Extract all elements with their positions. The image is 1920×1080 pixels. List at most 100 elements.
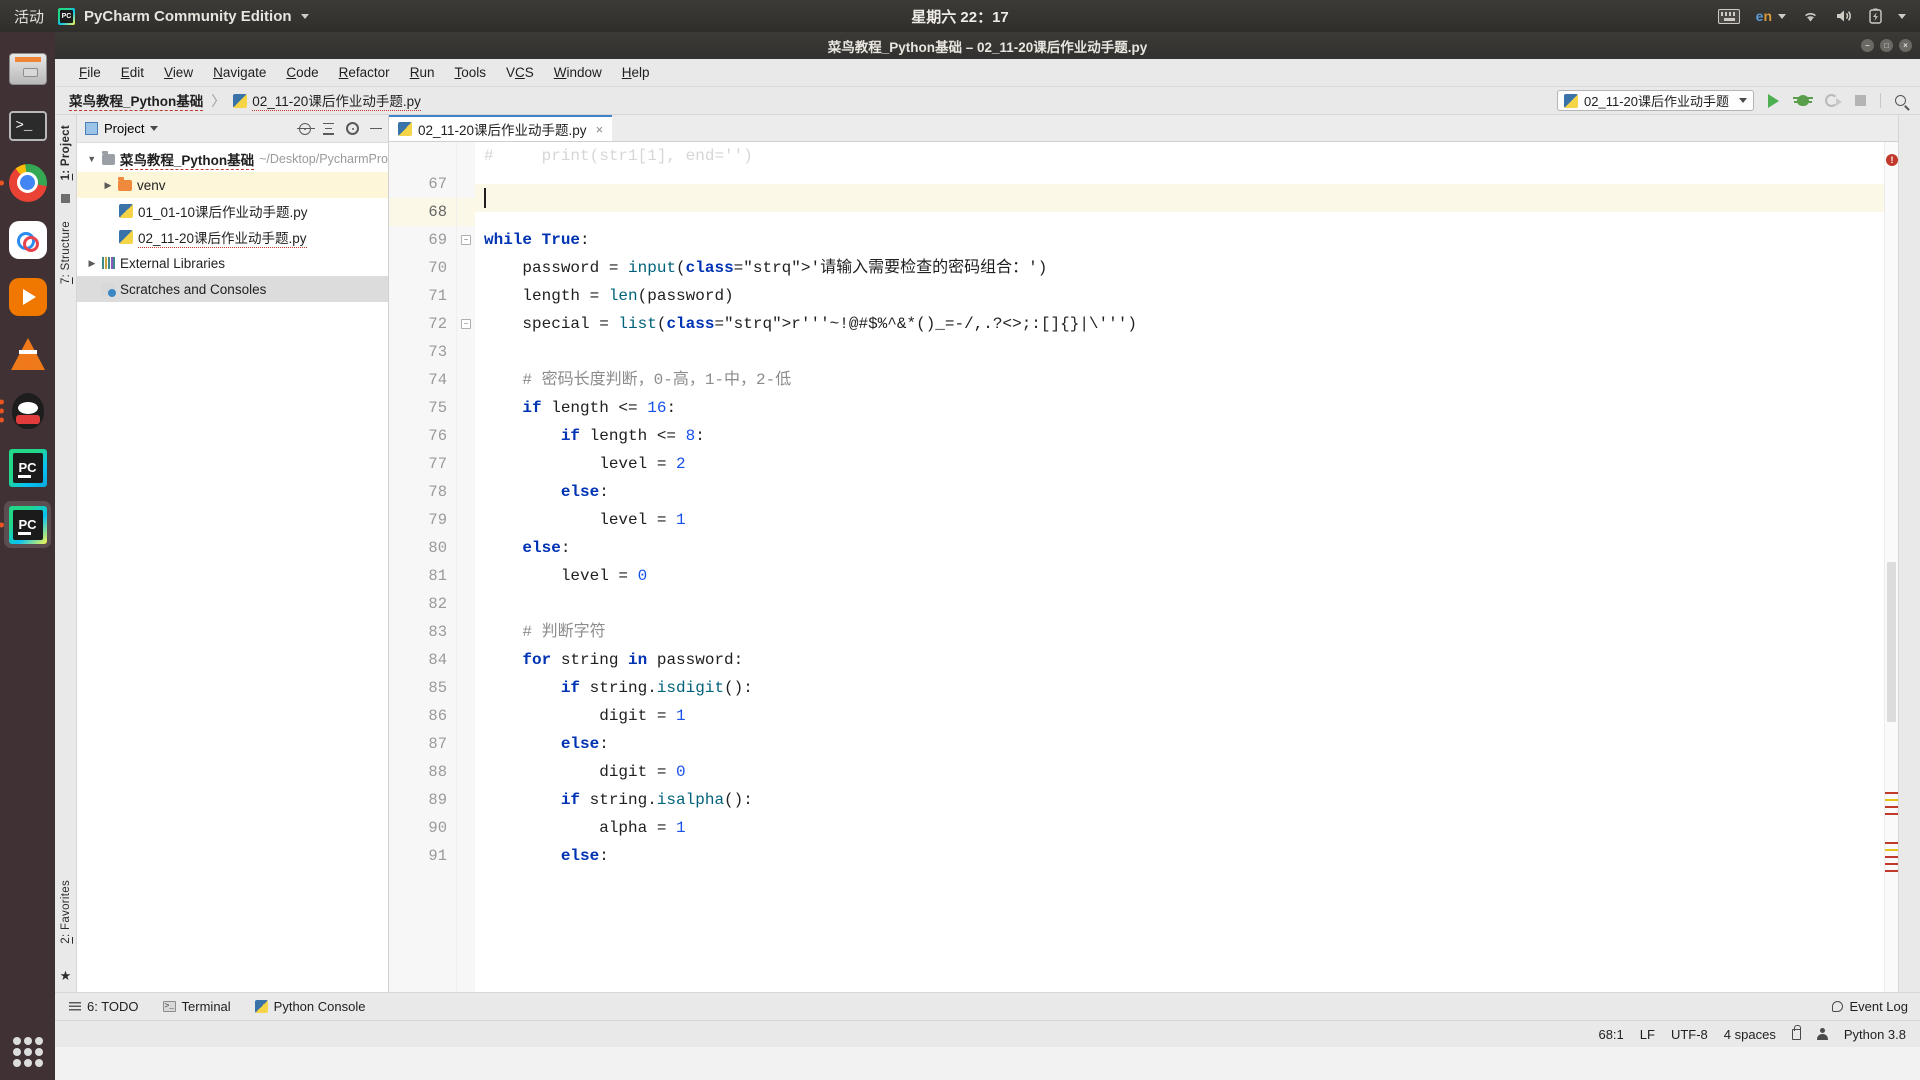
code-line[interactable]: level = 1	[484, 506, 1884, 534]
show-applications-button[interactable]	[4, 1028, 51, 1075]
close-button[interactable]: ×	[1899, 39, 1912, 52]
collapse-all-icon[interactable]	[322, 122, 335, 135]
terminal-label: Terminal	[181, 999, 231, 1014]
code-line[interactable]: if length <= 16:	[484, 394, 1884, 422]
dock-item-vlc[interactable]	[4, 330, 51, 377]
menu-view[interactable]: View	[154, 62, 203, 83]
breadcrumb-project[interactable]: 菜鸟教程_Python基础	[69, 90, 204, 111]
menu-run[interactable]: Run	[400, 62, 445, 83]
code-line[interactable]: if string.isdigit():	[484, 674, 1884, 702]
code-text[interactable]: # print(str1[1], end='') while True: pas…	[475, 142, 1884, 870]
chevron-right-icon[interactable]	[87, 258, 97, 269]
dock-item-qq[interactable]	[0, 387, 51, 434]
dock-item-pycharm[interactable]	[0, 501, 51, 548]
menu-edit[interactable]: Edit	[111, 62, 154, 83]
run-button[interactable]	[1764, 91, 1783, 110]
dock-item-terminal[interactable]: >_	[4, 102, 51, 149]
tool-window-icon[interactable]	[61, 194, 70, 204]
menu-tools[interactable]: Tools	[444, 62, 496, 83]
code-content[interactable]: # print(str1[1], end='') while True: pas…	[475, 142, 1884, 992]
dock-item-pycharm-light[interactable]	[4, 444, 51, 491]
code-line[interactable]: if string.isalpha():	[484, 786, 1884, 814]
editor-scrollbar-thumb[interactable]	[1887, 562, 1896, 722]
hide-icon[interactable]	[370, 127, 382, 130]
search-everywhere-button[interactable]	[1891, 91, 1910, 110]
menu-help[interactable]: Help	[612, 62, 660, 83]
chevron-down-icon[interactable]	[87, 154, 97, 164]
fold-marker[interactable]: −	[457, 226, 475, 254]
favorites-star-icon[interactable]: ★	[60, 968, 72, 984]
settings-gear-icon[interactable]	[346, 122, 359, 135]
maximize-button[interactable]: □	[1880, 39, 1893, 52]
keyboard-icon[interactable]	[1717, 8, 1740, 24]
code-line[interactable]: # 判断字符	[484, 618, 1884, 646]
stop-button[interactable]	[1851, 91, 1870, 110]
code-line[interactable]: else:	[484, 842, 1884, 870]
debug-button[interactable]	[1792, 91, 1813, 110]
code-line[interactable]: while True:	[484, 226, 1884, 254]
breadcrumb-file[interactable]: 02_11-20课后作业动手题.py	[252, 90, 421, 111]
code-line[interactable]: level = 0	[484, 562, 1884, 590]
menu-refactor[interactable]: Refactor	[329, 62, 400, 83]
locate-icon[interactable]	[297, 122, 315, 135]
run-with-coverage-button[interactable]	[1822, 91, 1842, 110]
menu-window[interactable]: Window	[544, 62, 612, 83]
tree-node-venv[interactable]: venv	[77, 172, 388, 198]
python-interpreter[interactable]: Python 3.8	[1844, 1027, 1906, 1042]
dock-item-files[interactable]	[4, 45, 51, 92]
chevron-down-icon[interactable]	[150, 126, 159, 131]
code-line[interactable]: digit = 1	[484, 702, 1884, 730]
tree-node-external-libraries[interactable]: External Libraries	[77, 250, 388, 276]
code-line[interactable]: else:	[484, 730, 1884, 758]
code-line[interactable]: # print(str1[1], end='')	[484, 142, 1884, 170]
chevron-right-icon[interactable]	[103, 180, 113, 191]
indent-setting[interactable]: 4 spaces	[1724, 1027, 1776, 1042]
clock-datetime[interactable]: 星期六 22：17	[0, 6, 1920, 27]
dock-item-baidu-netdisk[interactable]	[4, 216, 51, 263]
sidebar-item-project[interactable]: 1: Project	[60, 125, 72, 180]
code-line[interactable]: for string in password:	[484, 646, 1884, 674]
code-editor[interactable]: 6667686970717273747576777879808182838485…	[389, 142, 1898, 992]
menu-code[interactable]: Code	[276, 62, 328, 83]
menu-vcs[interactable]: VCS	[496, 62, 544, 83]
sidebar-item-favorites[interactable]: 2: Favorites	[60, 880, 72, 944]
code-line[interactable]: password = input(class="strq">'请输入需要检查的密…	[484, 254, 1884, 282]
code-line[interactable]: level = 2	[484, 450, 1884, 478]
caret-position[interactable]: 68:1	[1598, 1027, 1623, 1042]
error-stripe-gutter[interactable]: !	[1884, 142, 1898, 992]
code-folding-gutter[interactable]: − −	[457, 142, 475, 992]
lock-icon[interactable]	[1791, 1024, 1801, 1040]
tree-node-file-02[interactable]: 02_11-20课后作业动手题.py	[77, 224, 388, 250]
inspection-profile-icon[interactable]	[1816, 1028, 1828, 1040]
event-log-label[interactable]: Event Log	[1849, 999, 1908, 1014]
tree-node-file-01[interactable]: 01_01-10课后作业动手题.py	[77, 198, 388, 224]
editor-tab[interactable]: 02_11-20课后作业动手题.py ×	[389, 115, 613, 141]
line-separator[interactable]: LF	[1640, 1027, 1655, 1042]
tree-node-scratches[interactable]: Scratches and Consoles	[77, 276, 388, 302]
code-line[interactable]: alpha = 1	[484, 814, 1884, 842]
code-line[interactable]: if length <= 8:	[484, 422, 1884, 450]
code-line[interactable]: # 密码长度判断，0-高，1-中，2-低	[484, 366, 1884, 394]
code-line[interactable]	[484, 338, 1884, 366]
menu-file[interactable]: File	[69, 62, 111, 83]
run-configuration-selector[interactable]: 02_11-20课后作业动手题	[1557, 90, 1754, 111]
tool-button-todo[interactable]: 6: TODO	[69, 999, 139, 1014]
menu-navigate[interactable]: Navigate	[203, 62, 276, 83]
tool-button-python-console[interactable]: Python Console	[254, 999, 365, 1014]
minimize-button[interactable]: –	[1861, 39, 1874, 52]
tree-node-project-root[interactable]: 菜鸟教程_Python基础 ~/Desktop/PycharmPro	[77, 146, 388, 172]
close-icon[interactable]: ×	[596, 122, 604, 137]
fold-marker[interactable]: −	[457, 310, 475, 338]
error-badge[interactable]: !	[1886, 154, 1898, 166]
code-line[interactable]	[484, 590, 1884, 618]
code-line[interactable]: digit = 0	[484, 758, 1884, 786]
sidebar-item-structure[interactable]: 7: Structure	[60, 221, 72, 284]
tool-button-terminal[interactable]: >_ Terminal	[162, 999, 231, 1014]
code-line[interactable]: else:	[484, 534, 1884, 562]
code-line[interactable]: special = list(class="strq">r'''~!@#$%^&…	[484, 310, 1884, 338]
file-encoding[interactable]: UTF-8	[1671, 1027, 1708, 1042]
code-line[interactable]: length = len(password)	[484, 282, 1884, 310]
dock-item-chrome[interactable]	[0, 159, 51, 206]
dock-item-media-player[interactable]	[4, 273, 51, 320]
code-line[interactable]: else:	[484, 478, 1884, 506]
